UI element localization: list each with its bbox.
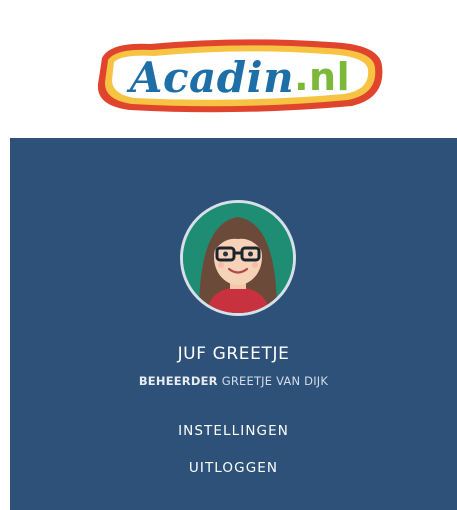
avatar-illustration	[183, 203, 293, 313]
logo-brand-tld: .nl	[294, 55, 351, 99]
acadin-logo[interactable]: Acadin .nl	[90, 36, 390, 116]
user-panel: JUF GREETJE BEHEERDER GREETJE VAN DIJK IN…	[10, 138, 457, 510]
user-role: BEHEERDER	[138, 374, 218, 388]
logout-link[interactable]: UITLOGGEN	[10, 460, 457, 476]
avatar	[180, 200, 296, 316]
user-role-line: BEHEERDER GREETJE VAN DIJK	[10, 374, 457, 388]
logo-wordmark: Acadin .nl	[90, 36, 390, 116]
user-display-name: JUF GREETJE	[177, 344, 290, 364]
logo-brand-main: Acadin	[129, 52, 295, 102]
user-full-name: GREETJE VAN DIJK	[221, 374, 329, 388]
settings-link[interactable]: INSTELLINGEN	[10, 423, 457, 439]
page: Acadin .nl JUF GREETJE BEHEERDER GREETJE…	[0, 0, 457, 510]
